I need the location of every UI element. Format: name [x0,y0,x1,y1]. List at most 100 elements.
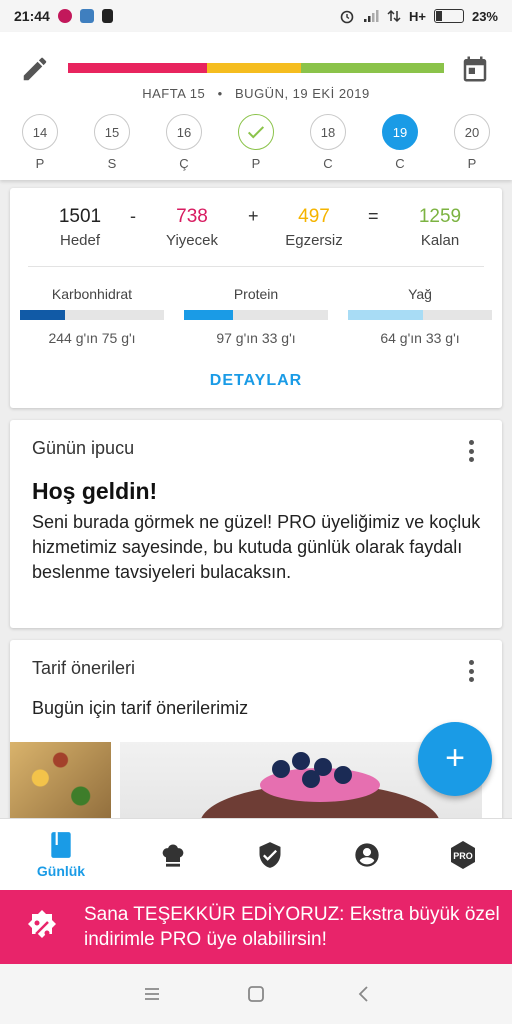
exercise-value: 497 [298,206,330,227]
macro-progress-bar [184,310,328,320]
today-date-label: BUGÜN, 19 EKİ 2019 [235,86,370,101]
day-number: 14 [22,114,58,150]
day-item[interactable]: P [236,114,276,171]
plus-icon: + [445,739,465,777]
pro-promo-banner[interactable]: Sana TEŞEKKÜR EDİYORUZ: Ekstra büyük öze… [0,890,512,964]
day-completed-icon [238,114,274,150]
promo-text: Sana TEŞEKKÜR EDİYORUZ: Ekstra büyük öze… [84,904,500,950]
week-label: HAFTA 15 [142,86,206,101]
week-day-selector: 14 P 15 S 16 Ç P 18 C 19 C 20 P [0,114,512,174]
day-letter: Ç [179,156,189,171]
macro-value: 97 g'ın 33 g'ı [216,330,296,346]
recipe-card-title: Tarif önerileri [32,658,136,678]
calorie-equation: 1501 Hedef - 738 Yiyecek + 497 Egzersiz … [10,206,502,256]
day-letter: P [467,156,477,171]
battery-icon [433,9,464,23]
daily-calorie-progress-bar [68,63,444,73]
exercise-label: Egzersiz [285,232,343,249]
day-item[interactable]: 16 Ç [164,114,204,171]
signal-icon [363,10,379,22]
status-time: 21:44 [14,8,50,24]
day-item[interactable]: 18 C [308,114,348,171]
day-number: 19 [382,114,418,150]
minus-operator: - [130,206,136,226]
add-entry-fab[interactable]: + [418,722,492,796]
diary-icon [51,832,71,858]
goal-column: 1501 Hedef [30,206,130,249]
macro-progress-fill [20,310,65,320]
food-value: 738 [176,206,208,227]
remaining-label: Kalan [420,232,460,249]
pro-badge-text: PRO [453,851,473,861]
menu-icon[interactable] [140,982,164,1006]
food-label: Yiyecek [166,232,218,249]
home-icon[interactable] [244,982,268,1006]
tip-headline: Hoş geldin! [32,478,158,504]
nav-item-profile[interactable] [316,819,418,891]
day-letter: C [395,156,405,171]
macro-fat: Yağ 64 g'ın 33 g'ı [348,286,492,346]
macro-progress-fill [184,310,233,320]
daily-tip-card: Günün ipucu Hoş geldin! Seni burada görm… [10,420,502,628]
goal-value: 1501 [58,206,102,227]
day-number: 15 [94,114,130,150]
day-number: 16 [166,114,202,150]
nav-item-pro[interactable]: PRO [412,819,512,891]
tip-more-options-icon[interactable] [462,440,480,462]
edit-pencil-icon[interactable] [20,54,50,84]
macro-name: Protein [233,286,279,302]
diary-header: HAFTA 15 • BUGÜN, 19 EKİ 2019 14 P 15 S 16 Ç P… [0,32,512,180]
progress-segment [301,63,444,73]
food-column: 738 Yiyecek [142,206,242,249]
day-letter: S [107,156,117,171]
date-line: HAFTA 15 • BUGÜN, 19 EKİ 2019 [0,86,512,101]
data-arrows-icon [387,9,401,23]
goal-label: Hedef [59,232,101,249]
recipe-more-options-icon[interactable] [462,660,480,682]
nav-item-recipes[interactable] [122,819,224,891]
day-letter: C [323,156,333,171]
network-type: H+ [408,8,426,24]
day-item[interactable]: 20 P [452,114,492,171]
nav-item-goals[interactable] [219,819,321,891]
macro-protein: Protein 97 g'ın 33 g'ı [184,286,328,346]
alarm-icon [340,10,354,24]
remaining-column: 1259 Kalan [390,206,490,249]
progress-segment [68,63,208,73]
plus-operator: + [248,206,259,226]
tip-body: Seni burada görmek ne güzel! PRO üyeliği… [32,512,481,582]
nav-item-diary[interactable]: Günlük [10,819,112,891]
calendar-icon[interactable] [460,54,490,84]
system-navigation-bar [0,964,512,1024]
day-number: 20 [454,114,490,150]
day-item[interactable]: 14 P [20,114,60,171]
sd-card-icon [101,9,113,23]
macro-progress-bar [348,310,492,320]
day-letter: P [251,156,261,171]
macro-progress-fill [348,310,423,320]
settings-notification-icon [79,9,94,23]
progress-segment [207,63,302,73]
shield-check-icon [259,842,281,868]
account-icon [355,843,379,867]
discount-badge-icon [28,910,56,938]
details-button[interactable]: DETAYLAR [10,372,502,390]
nav-item-diary-label: Günlük [36,863,86,879]
bottom-navigation: Günlük PRO [0,818,512,890]
back-icon[interactable] [352,982,376,1006]
recipe-image-salad[interactable] [10,742,111,830]
date-separator: • [217,86,223,101]
exercise-column: 497 Egzersiz [264,206,364,249]
recipe-card-subtitle: Bugün için tarif önerilerimiz [32,698,249,718]
macro-carbs: Karbonhidrat 244 g'ın 75 g'ı [20,286,164,346]
day-item[interactable]: 15 S [92,114,132,171]
pro-badge-icon: PRO [451,841,475,869]
day-item[interactable]: 19 C [380,114,420,171]
blueberry [272,760,290,778]
macro-value: 244 g'ın 75 g'ı [48,330,136,346]
blueberry [302,770,320,788]
chef-hat-icon [162,844,184,867]
macro-name: Karbonhidrat [51,286,133,302]
blueberry [334,766,352,784]
equals-operator: = [368,206,379,226]
